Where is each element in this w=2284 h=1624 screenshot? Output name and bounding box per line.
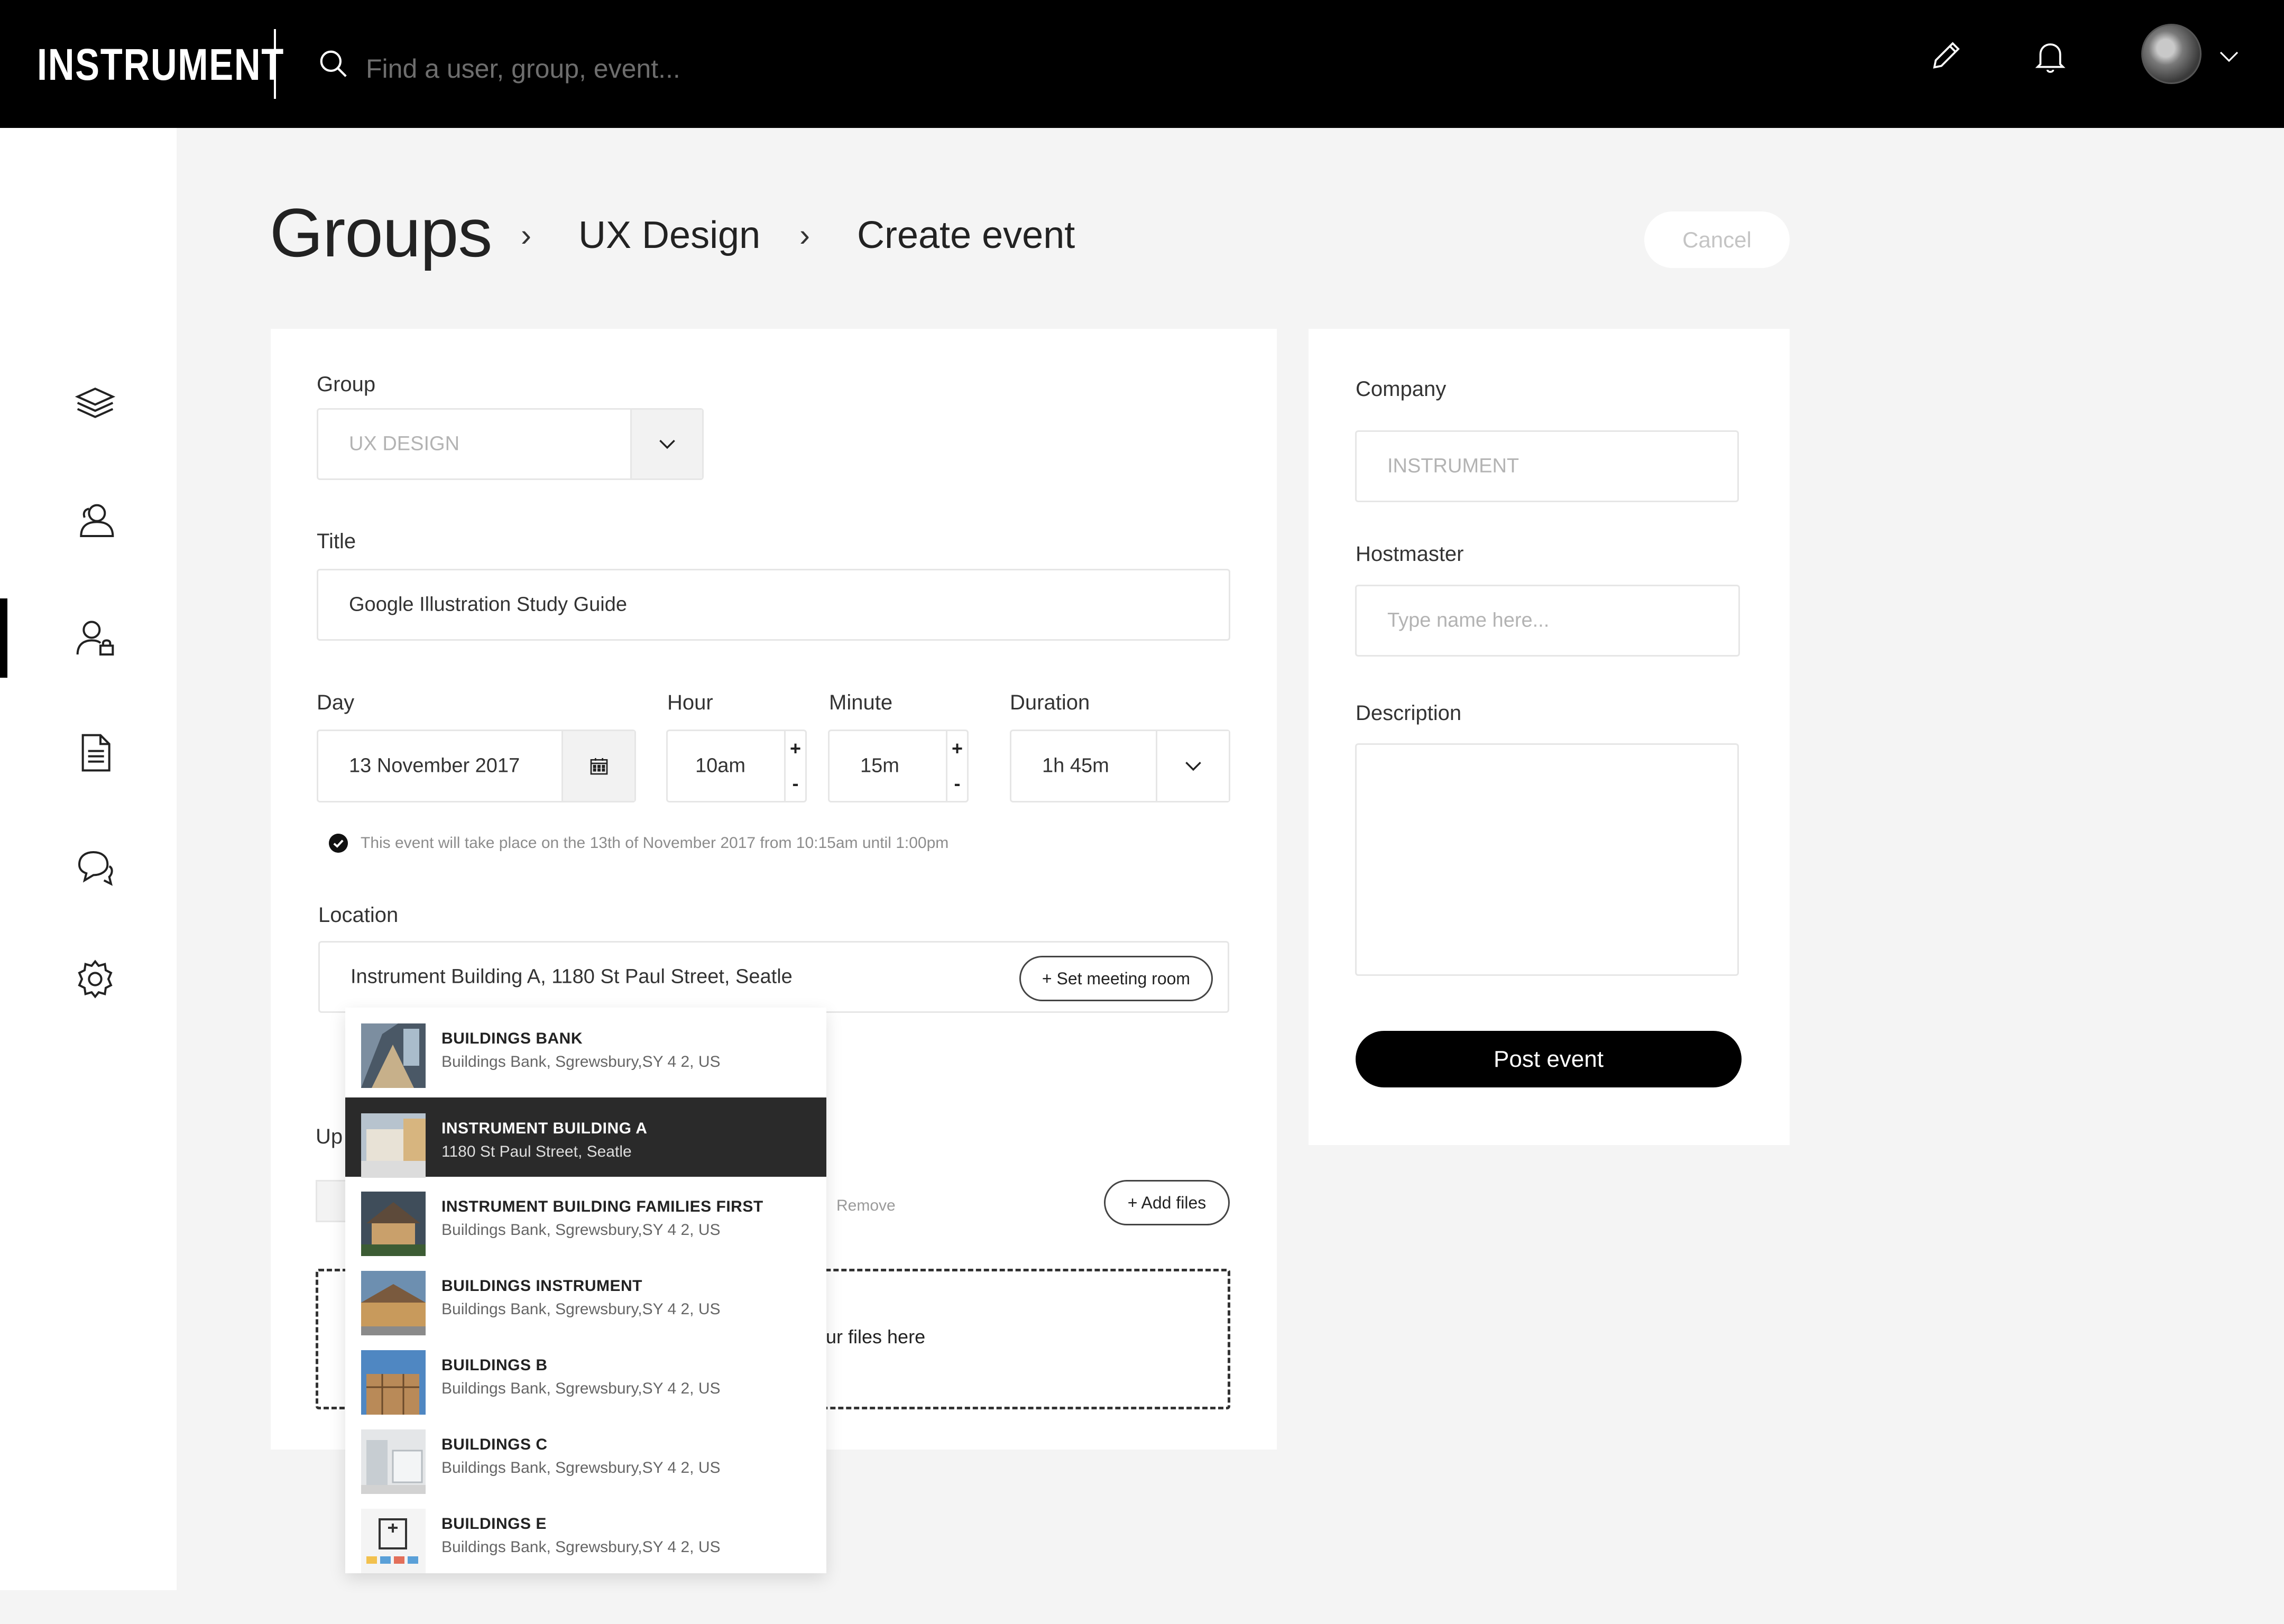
document-icon[interactable] <box>74 732 116 774</box>
location-option[interactable]: BUILDINGS C Buildings Bank, Sgrewsbury,S… <box>345 1414 826 1494</box>
location-option[interactable]: BUILDINGS B Buildings Bank, Sgrewsbury,S… <box>345 1334 826 1415</box>
day-value: 13 November 2017 <box>349 754 520 777</box>
bell-icon[interactable] <box>2033 38 2067 76</box>
chevron-down-icon[interactable] <box>2218 49 2240 64</box>
day-input[interactable]: 13 November 2017 <box>317 730 636 802</box>
company-input[interactable]: INSTRUMENT <box>1355 430 1739 502</box>
day-label: Day <box>317 691 355 714</box>
cancel-button[interactable]: Cancel <box>1644 211 1790 268</box>
description-textarea[interactable] <box>1355 743 1739 976</box>
search-input[interactable] <box>365 48 1105 90</box>
location-option-address: Buildings Bank, Sgrewsbury,SY 4 2, US <box>441 1300 721 1318</box>
building-thumbnail <box>361 1271 426 1335</box>
layers-icon[interactable] <box>74 382 116 424</box>
users-icon[interactable] <box>74 499 116 541</box>
minute-stepper[interactable]: + - <box>946 731 967 801</box>
building-thumbnail <box>361 1429 426 1494</box>
hostmaster-placeholder: Type name here... <box>1387 609 1550 632</box>
hour-stepper[interactable]: + - <box>784 731 805 801</box>
minute-decrement[interactable]: - <box>947 766 967 801</box>
location-value: Instrument Building A, 1180 St Paul Stre… <box>351 965 793 988</box>
upload-label: Up <box>316 1125 343 1148</box>
location-option-name: BUILDINGS INSTRUMENT <box>441 1277 642 1295</box>
location-option[interactable]: INSTRUMENT BUILDING FAMILIES FIRST Build… <box>345 1176 826 1256</box>
breadcrumb-groups[interactable]: Groups <box>270 190 492 275</box>
building-thumbnail <box>361 1023 426 1088</box>
title-value: Google Illustration Study Guide <box>349 593 627 616</box>
breadcrumb-group[interactable]: UX Design <box>578 193 760 278</box>
group-label: Group <box>317 373 376 396</box>
post-event-button[interactable]: Post event <box>1356 1031 1742 1087</box>
remove-file-link[interactable]: Remove <box>836 1197 896 1215</box>
check-circle-icon <box>329 834 348 853</box>
page-title: Create event <box>857 214 1075 256</box>
minute-input[interactable]: 15m + - <box>828 730 969 802</box>
title-label: Title <box>317 530 356 553</box>
logo[interactable]: INSTRUMENT <box>37 38 284 91</box>
chat-icon[interactable] <box>74 847 116 889</box>
group-select[interactable]: UX DESIGN <box>317 408 704 480</box>
location-option-name: BUILDINGS E <box>441 1515 547 1533</box>
hour-decrement[interactable]: - <box>786 766 805 801</box>
location-option[interactable]: BUILDINGS INSTRUMENT Buildings Bank, Sgr… <box>345 1255 826 1335</box>
building-thumbnail <box>361 1350 426 1415</box>
location-option-address: Buildings Bank, Sgrewsbury,SY 4 2, US <box>441 1538 721 1556</box>
location-option-address: 1180 St Paul Street, Seatle <box>441 1143 632 1160</box>
minute-value: 15m <box>860 754 899 777</box>
location-option-address: Buildings Bank, Sgrewsbury,SY 4 2, US <box>441 1221 721 1239</box>
title-input[interactable]: Google Illustration Study Guide <box>317 569 1230 641</box>
location-option-name: BUILDINGS BANK <box>441 1030 583 1047</box>
breadcrumb-separator: › <box>799 217 810 253</box>
calendar-icon <box>590 758 607 775</box>
location-option-address: Buildings Bank, Sgrewsbury,SY 4 2, US <box>441 1459 721 1477</box>
calendar-button[interactable] <box>561 731 634 801</box>
sidebar-active-indicator <box>0 598 7 678</box>
description-label: Description <box>1356 702 1462 725</box>
location-option-address: Buildings Bank, Sgrewsbury,SY 4 2, US <box>441 1053 721 1071</box>
file-icon <box>316 1180 347 1222</box>
company-label: Company <box>1356 377 1447 401</box>
building-thumbnail <box>361 1113 426 1178</box>
group-value: UX DESIGN <box>349 432 460 455</box>
group-dropdown-button[interactable] <box>630 410 702 478</box>
duration-value: 1h 45m <box>1042 754 1109 777</box>
hour-input[interactable]: 10am + - <box>666 730 807 802</box>
avatar[interactable] <box>2141 24 2202 84</box>
location-option-name: INSTRUMENT BUILDING FAMILIES FIRST <box>441 1198 763 1215</box>
location-option-address: Buildings Bank, Sgrewsbury,SY 4 2, US <box>441 1380 721 1397</box>
hostmaster-input[interactable]: Type name here... <box>1355 585 1740 657</box>
dropzone-text: ur files here <box>826 1326 926 1348</box>
building-thumbnail <box>361 1509 426 1573</box>
hour-value: 10am <box>695 754 746 777</box>
location-option-name: BUILDINGS C <box>441 1436 548 1453</box>
event-time-note: This event will take place on the 13th o… <box>361 834 949 852</box>
add-files-button[interactable]: + Add files <box>1104 1180 1230 1225</box>
location-option-selected[interactable]: INSTRUMENT BUILDING A 1180 St Paul Stree… <box>345 1097 826 1178</box>
pencil-icon[interactable] <box>1929 39 1963 73</box>
building-thumbnail <box>361 1192 426 1256</box>
search-icon <box>320 50 347 77</box>
location-label: Location <box>318 903 399 927</box>
duration-label: Duration <box>1010 691 1090 714</box>
location-option[interactable]: BUILDINGS E Buildings Bank, Sgrewsbury,S… <box>345 1493 826 1573</box>
location-option-name: INSTRUMENT BUILDING A <box>441 1120 648 1137</box>
hostmaster-label: Hostmaster <box>1356 542 1464 566</box>
logo-divider <box>274 29 276 99</box>
duration-select[interactable]: 1h 45m <box>1010 730 1230 802</box>
set-meeting-room-button[interactable]: + Set meeting room <box>1019 956 1213 1001</box>
user-lock-icon[interactable] <box>74 617 116 660</box>
breadcrumb-separator: › <box>521 217 531 253</box>
minute-increment[interactable]: + <box>947 731 967 766</box>
chevron-down-icon <box>659 439 675 449</box>
gear-icon[interactable] <box>74 958 116 1000</box>
hour-label: Hour <box>667 691 713 714</box>
location-option-name: BUILDINGS B <box>441 1357 548 1374</box>
duration-dropdown-button[interactable] <box>1156 731 1229 801</box>
location-option[interactable]: BUILDINGS BANK Buildings Bank, Sgrewsbur… <box>345 1008 826 1088</box>
company-value: INSTRUMENT <box>1387 455 1519 477</box>
location-dropdown: BUILDINGS BANK Buildings Bank, Sgrewsbur… <box>345 1008 826 1573</box>
hour-increment[interactable]: + <box>786 731 805 766</box>
minute-label: Minute <box>829 691 893 714</box>
chevron-down-icon <box>1185 761 1201 771</box>
